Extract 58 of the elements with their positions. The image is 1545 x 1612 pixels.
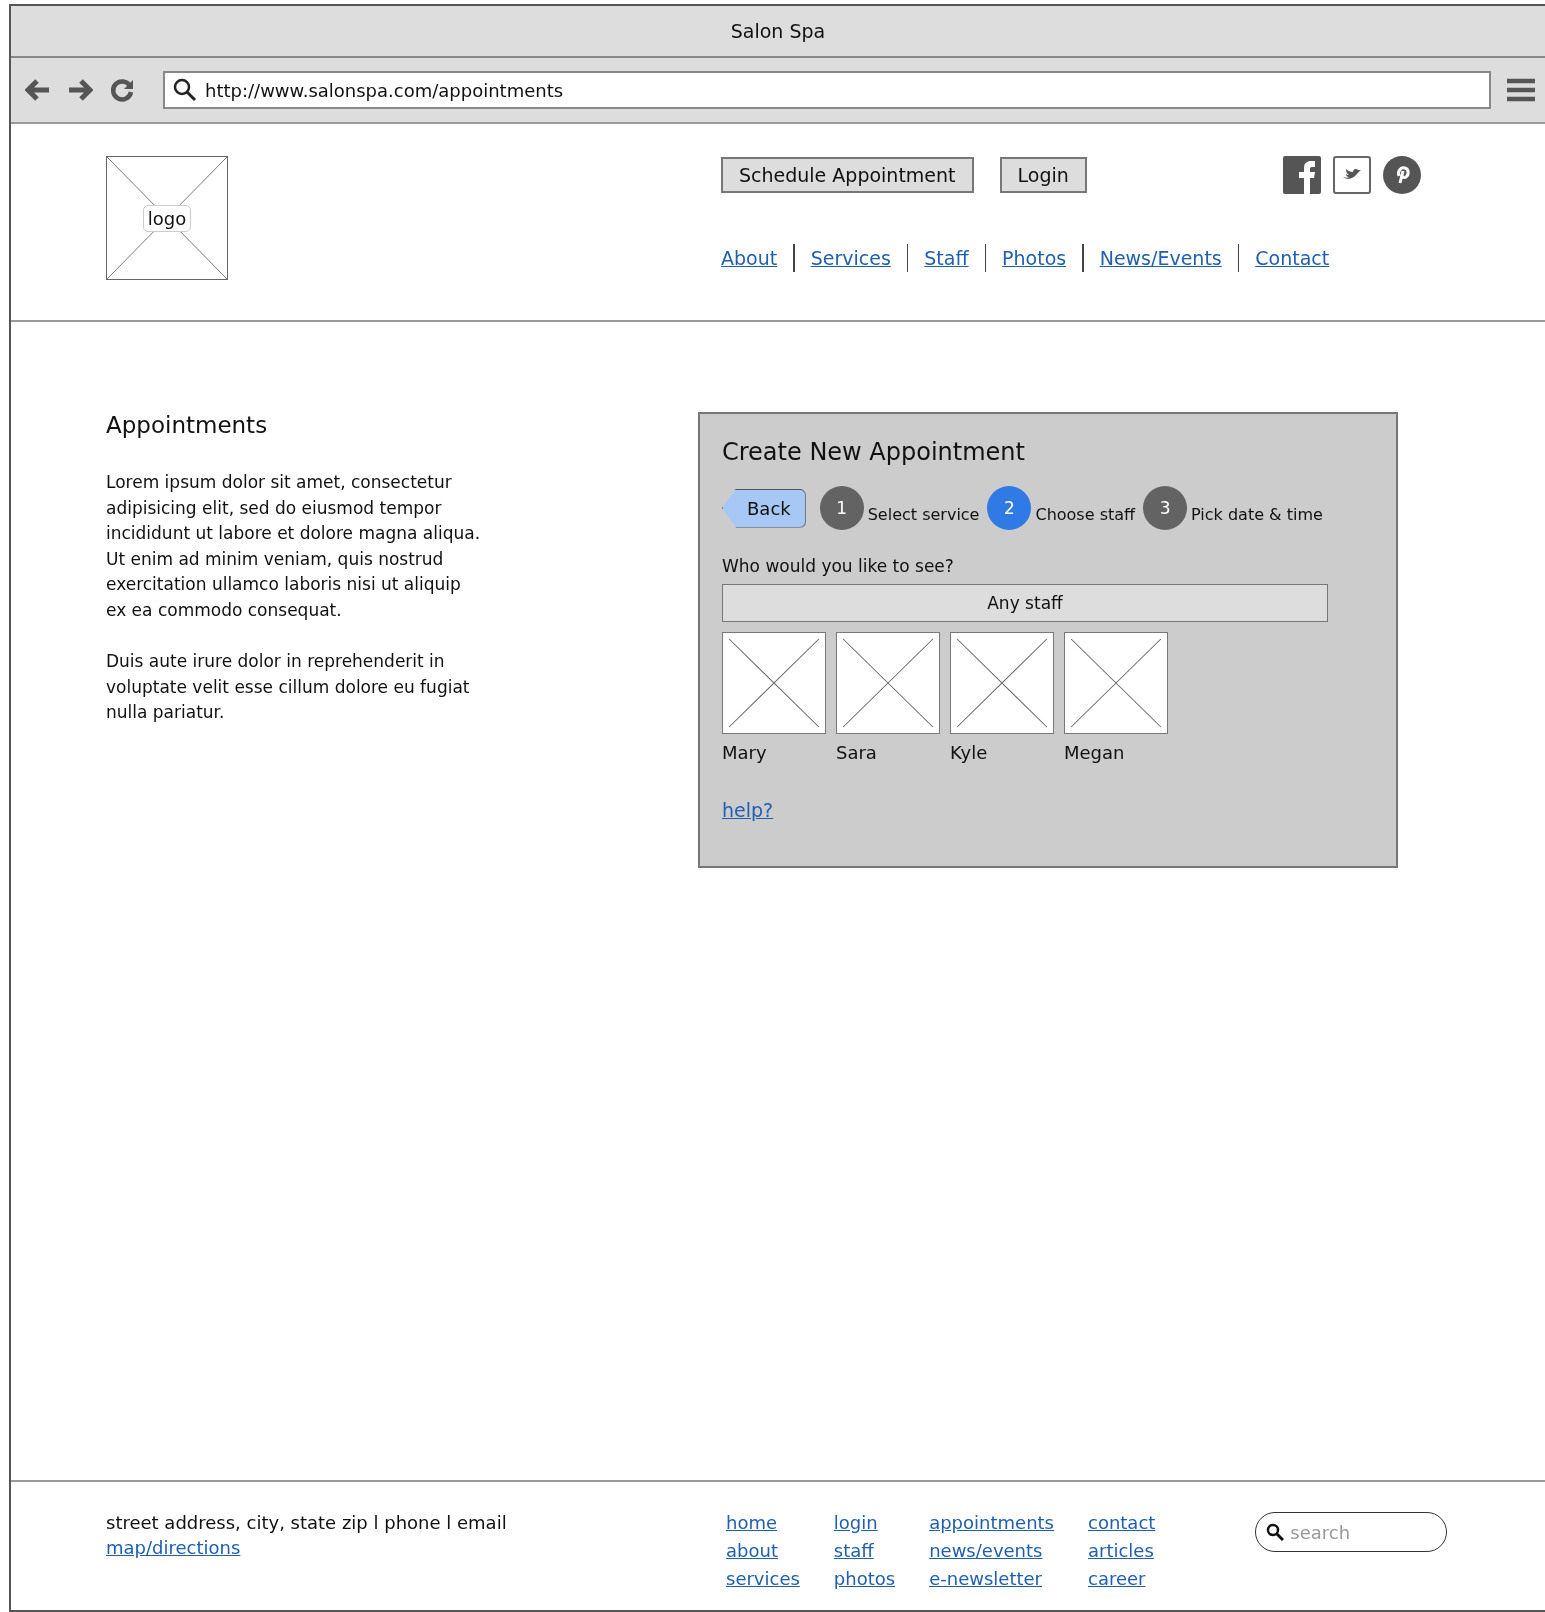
step-number: 3 bbox=[1143, 486, 1188, 530]
nav-link[interactable]: Contact bbox=[1255, 247, 1330, 269]
url-text: http://www.salonspa.com/appointments bbox=[205, 79, 564, 101]
nav-link[interactable]: News/Events bbox=[1099, 247, 1222, 269]
body-paragraph: Duis aute irure dolor in reprehenderit in voluptate velit esse cillum dolore eu fugiat nulla pariatur. bbox=[106, 650, 471, 724]
staff-name: Kyle bbox=[950, 742, 989, 763]
address-bar[interactable]: http://www.salonspa.com/appointments bbox=[163, 71, 1491, 109]
footer-link[interactable]: career bbox=[1088, 1568, 1146, 1589]
step-label: Choose staff bbox=[1035, 504, 1136, 524]
window-title: Salon Spa bbox=[730, 20, 826, 42]
photo-placeholder[interactable] bbox=[1064, 632, 1168, 734]
map-link[interactable]: map/directions bbox=[106, 1537, 241, 1558]
any-staff-button[interactable]: Any staff bbox=[722, 584, 1328, 622]
nav-link[interactable]: Staff bbox=[924, 247, 969, 269]
footer-link[interactable]: news/events bbox=[929, 1540, 1043, 1561]
back-button[interactable]: Back bbox=[722, 488, 806, 528]
search-icon bbox=[173, 78, 197, 102]
section-heading: Appointments bbox=[106, 412, 269, 438]
facebook-icon[interactable] bbox=[1282, 156, 1321, 194]
help-link[interactable]: help? bbox=[722, 799, 774, 821]
search-icon bbox=[1266, 1523, 1285, 1541]
menu-icon[interactable] bbox=[1507, 77, 1535, 103]
logo-label: logo bbox=[142, 204, 192, 232]
step-label: Pick date & time bbox=[1191, 504, 1323, 524]
login-button[interactable]: Login bbox=[999, 157, 1087, 193]
footer-link[interactable]: e-newsletter bbox=[929, 1568, 1042, 1589]
forward-arrow-icon[interactable] bbox=[67, 79, 93, 101]
footer-link[interactable]: services bbox=[726, 1568, 800, 1589]
footer-link[interactable]: home bbox=[726, 1512, 778, 1533]
pinterest-icon[interactable] bbox=[1382, 156, 1421, 194]
bird-icon[interactable] bbox=[1332, 156, 1371, 194]
step-label: Select service bbox=[867, 504, 980, 524]
footer-link[interactable]: about bbox=[726, 1540, 778, 1561]
footer-link[interactable]: photos bbox=[833, 1568, 896, 1589]
footer-link[interactable]: staff bbox=[833, 1540, 874, 1561]
photo-placeholder[interactable] bbox=[722, 632, 826, 734]
nav-link[interactable]: Photos bbox=[1002, 247, 1067, 269]
staff-name: Megan bbox=[1064, 742, 1126, 763]
step-number: 2 bbox=[987, 486, 1032, 530]
footer-link[interactable]: login bbox=[833, 1512, 878, 1533]
nav-link[interactable]: About bbox=[721, 247, 778, 269]
nav-link[interactable]: Services bbox=[810, 247, 891, 269]
body-paragraph: Lorem ipsum dolor sit amet, consectetur adipisicing elit, sed do eiusmod tempor incididunt ut labore et dolore magna aliqua. Ut enim ad minim veniam, quis nostrud exercitation ullamco laboris nisi ut aliquip ex ea commodo consequat. bbox=[106, 471, 481, 622]
footer-link[interactable]: contact bbox=[1088, 1512, 1156, 1533]
photo-placeholder[interactable] bbox=[950, 632, 1054, 734]
photo-placeholder[interactable] bbox=[836, 632, 940, 734]
staff-name: Mary bbox=[722, 742, 768, 763]
search-field[interactable]: search bbox=[1255, 1512, 1448, 1552]
staff-name: Sara bbox=[836, 742, 878, 763]
back-arrow-icon[interactable] bbox=[25, 79, 51, 101]
panel-title: Create New Appointment bbox=[722, 438, 1026, 466]
step-number: 1 bbox=[819, 486, 864, 530]
schedule-button[interactable]: Schedule Appointment bbox=[721, 157, 974, 193]
address-text: street address, city, state zip l phone l email bbox=[106, 1512, 508, 1533]
footer-link[interactable]: appointments bbox=[929, 1512, 1054, 1533]
reload-icon[interactable] bbox=[109, 77, 135, 103]
question-label: Who would you like to see? bbox=[722, 556, 955, 576]
footer-link[interactable]: articles bbox=[1088, 1540, 1154, 1561]
